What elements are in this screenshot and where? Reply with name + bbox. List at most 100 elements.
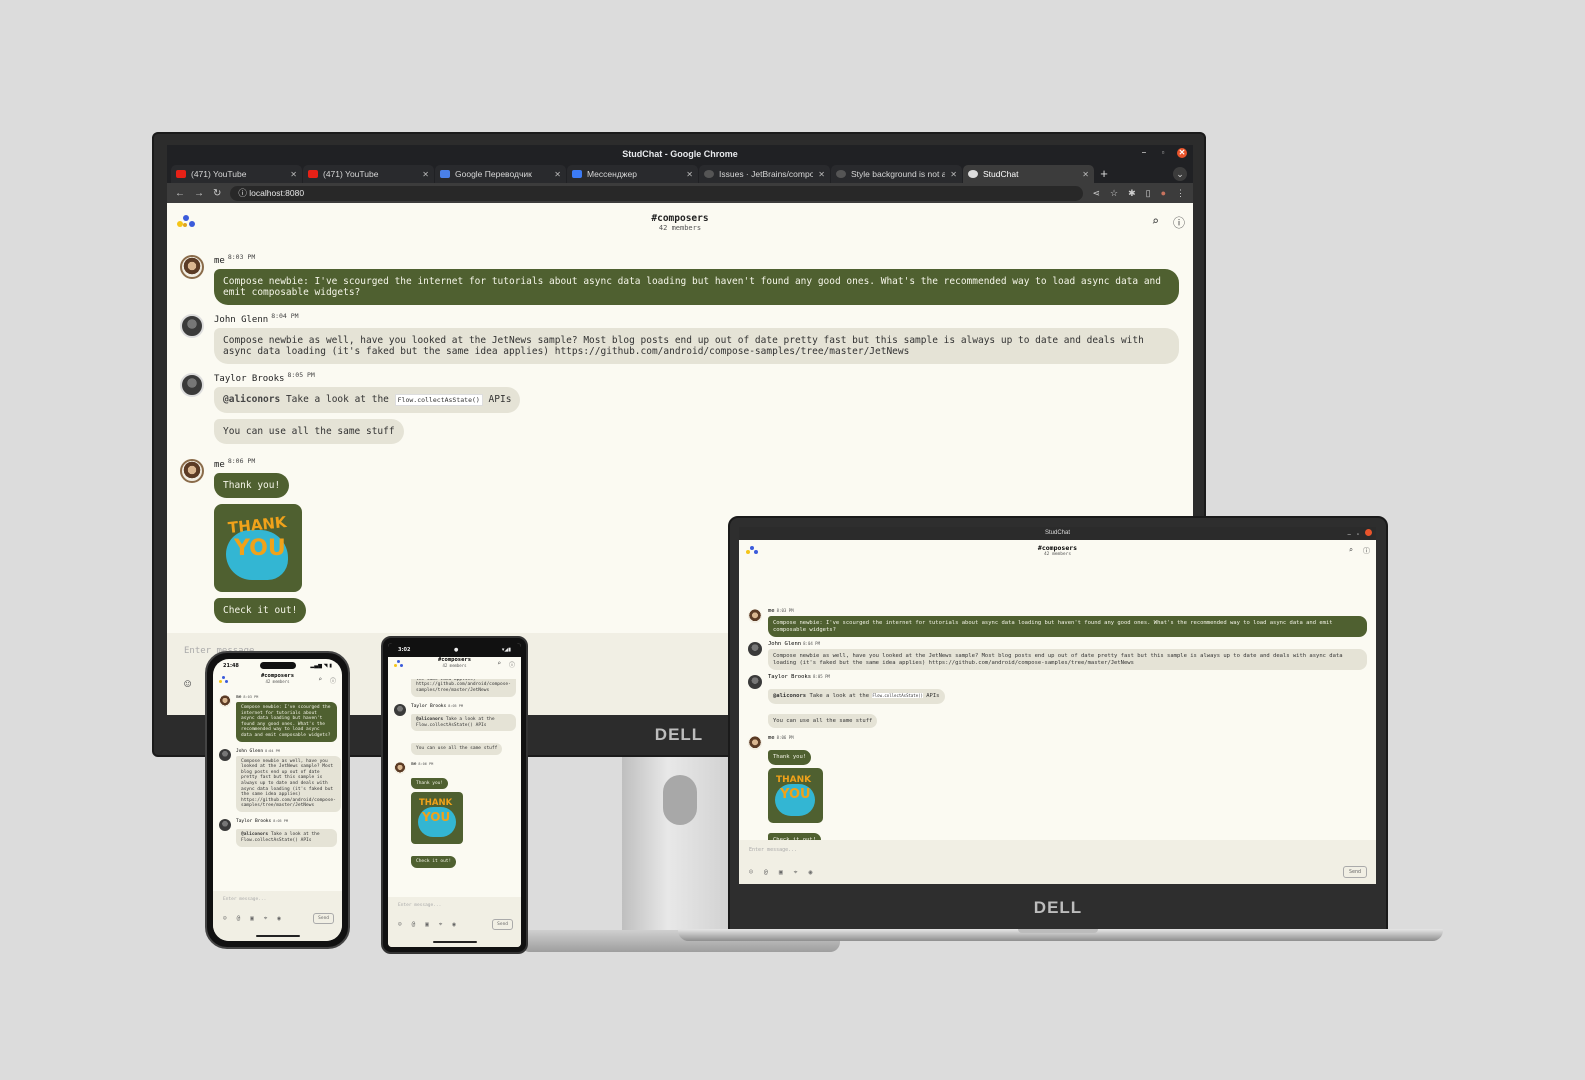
channel-header: #composers 42 members ⌕ ⓘ [739, 540, 1376, 564]
message-bubble: @aliconors Take a look at the Flow.colle… [236, 829, 337, 847]
avatar[interactable] [180, 373, 204, 397]
image-icon[interactable]: ▣ [425, 921, 429, 929]
author-name[interactable]: me [768, 735, 775, 741]
forward-icon[interactable]: → [194, 188, 204, 199]
avatar[interactable] [748, 642, 762, 656]
image-icon[interactable]: ▣ [779, 868, 783, 877]
message-bubble: Compose newbie as well, have you looked … [411, 679, 516, 697]
tab-close-icon[interactable]: ✕ [818, 170, 825, 179]
tab-close-icon[interactable]: ✕ [422, 170, 429, 179]
new-tab-button[interactable]: + [1095, 165, 1113, 183]
image-icon[interactable]: ▣ [250, 915, 254, 923]
tab-github-style[interactable]: Style background is not a ✕ [831, 165, 962, 183]
message-group: me 8:03 PM Compose newbie: I've scourged … [180, 253, 1179, 305]
thank-you-sticker[interactable]: THANK YOU [214, 504, 302, 592]
star-icon[interactable]: ☆ [1110, 188, 1118, 199]
extensions-icon[interactable]: ✱ [1128, 188, 1136, 199]
send-button[interactable]: Send [1342, 866, 1367, 878]
mention-icon[interactable]: @ [237, 915, 241, 923]
back-icon[interactable]: ← [175, 188, 185, 199]
tab-messenger[interactable]: Мессенджер ✕ [567, 165, 698, 183]
info-icon[interactable]: ⓘ [509, 660, 515, 669]
tab-youtube-1[interactable]: (471) YouTube ✕ [171, 165, 302, 183]
tab-close-icon[interactable]: ✕ [686, 170, 693, 179]
author-name[interactable]: Taylor Brooks [214, 374, 284, 384]
share-icon[interactable]: ⋖ [1092, 188, 1100, 199]
emoji-icon[interactable]: ☺ [398, 921, 402, 929]
camera-icon[interactable]: ◉ [452, 921, 456, 929]
youtube-icon [308, 170, 318, 178]
tab-google-translate[interactable]: Google Переводчик ✕ [435, 165, 566, 183]
avatar[interactable] [748, 609, 762, 623]
thank-you-sticker[interactable]: THANK YOU [411, 792, 463, 845]
author-name[interactable]: John Glenn [214, 315, 268, 325]
location-icon[interactable]: ⌖ [264, 915, 267, 923]
close-icon[interactable] [1365, 529, 1372, 536]
emoji-icon[interactable]: ☺ [749, 868, 753, 877]
avatar[interactable] [180, 314, 204, 338]
info-icon[interactable]: ⓘ [1363, 546, 1370, 556]
avatar[interactable] [748, 675, 762, 689]
author-name[interactable]: John Glenn [768, 641, 801, 647]
minimize-icon[interactable]: – [1139, 148, 1149, 158]
search-icon[interactable]: ⌕ [1349, 546, 1353, 556]
author-name[interactable]: me [214, 460, 225, 470]
avatar[interactable] [394, 703, 406, 716]
home-indicator[interactable] [255, 935, 300, 937]
sidepanel-icon[interactable]: ▯ [1146, 188, 1151, 199]
search-icon[interactable]: ⌕ [318, 676, 322, 685]
avatar[interactable] [219, 695, 231, 707]
message-input[interactable]: Enter message... [223, 897, 266, 902]
message-input[interactable]: Enter message... [398, 903, 441, 908]
message-input[interactable]: Enter message... [749, 847, 797, 853]
send-button[interactable]: Send [492, 919, 513, 930]
location-icon[interactable]: ⌖ [439, 921, 442, 929]
tab-search-icon[interactable]: ⌄ [1173, 167, 1187, 181]
tab-github-issues[interactable]: Issues · JetBrains/compo ✕ [699, 165, 830, 183]
camera-icon[interactable]: ◉ [277, 915, 281, 923]
close-icon[interactable]: ✕ [1177, 148, 1187, 158]
info-icon[interactable]: ⓘ [1173, 214, 1185, 231]
search-icon[interactable]: ⌕ [1152, 214, 1159, 231]
thank-you-sticker[interactable]: THANK YOU [768, 767, 823, 823]
message-bubble: Thank you! [411, 777, 449, 790]
signal-icon: ▾◢▮ [501, 647, 511, 653]
tab-close-icon[interactable]: ✕ [290, 170, 297, 179]
mention-icon[interactable]: @ [412, 921, 416, 929]
author-name[interactable]: me [214, 256, 225, 266]
member-count: 42 members [1043, 552, 1072, 557]
location-icon[interactable]: ⌖ [794, 868, 798, 877]
messenger-icon [572, 170, 582, 178]
message-bubble-wrap: @aliconors Take a look at the Flow.colle… [214, 387, 1179, 419]
tab-close-icon[interactable]: ✕ [950, 170, 957, 179]
profile-avatar[interactable]: ● [1161, 188, 1166, 199]
avatar[interactable] [180, 459, 204, 483]
avatar[interactable] [180, 255, 204, 279]
camera-icon[interactable]: ◉ [808, 868, 812, 877]
tab-close-icon[interactable]: ✕ [554, 170, 561, 179]
emoji-icon[interactable]: ☺ [184, 677, 191, 691]
tab-studchat[interactable]: StudChat ✕ [963, 165, 1094, 183]
send-button[interactable]: Send [313, 913, 334, 924]
menu-icon[interactable]: ⋮ [1176, 188, 1185, 199]
url-field[interactable]: ⓘ localhost:8080 [230, 185, 1084, 201]
android-phone: 3:02●▾◢▮ #composers 42 members ⌕ⓘ John G… [381, 636, 528, 954]
info-icon: ⓘ [238, 187, 250, 198]
gesture-bar[interactable] [432, 941, 477, 943]
avatar[interactable] [219, 818, 231, 831]
reload-icon[interactable]: ↻ [213, 188, 221, 199]
tab-youtube-2[interactable]: (471) YouTube ✕ [303, 165, 434, 183]
emoji-icon[interactable]: ☺ [223, 915, 227, 923]
author-name[interactable]: me [768, 608, 775, 614]
author-name[interactable]: Taylor Brooks [768, 674, 811, 680]
search-icon[interactable]: ⌕ [497, 660, 501, 669]
mention[interactable]: @aliconors [223, 394, 280, 405]
avatar[interactable] [219, 748, 231, 761]
avatar[interactable] [394, 761, 406, 774]
info-icon[interactable]: ⓘ [330, 676, 336, 685]
tab-close-icon[interactable]: ✕ [1082, 170, 1089, 179]
maximize-icon[interactable]: ▫ [1158, 148, 1168, 158]
avatar[interactable] [748, 736, 762, 750]
message-group: Taylor Brooks 8:05 PM @aliconors Take a l… [180, 371, 1179, 450]
mention-icon[interactable]: @ [764, 868, 768, 877]
